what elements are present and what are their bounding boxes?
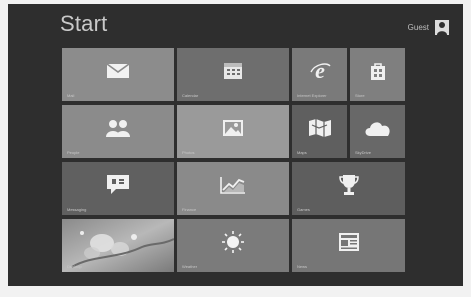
tile-photos[interactable]: Photos [177, 105, 289, 158]
tile-label-internet-explorer: Internet Explorer [297, 93, 327, 98]
tile-mail[interactable]: Mail [62, 48, 174, 101]
tile-weather[interactable]: Weather [177, 219, 289, 272]
tile-label-desktop: Desktop [67, 264, 82, 269]
tile-messaging[interactable]: Messaging [62, 162, 174, 215]
tile-label-calendar: Calendar [182, 93, 199, 98]
tile-store[interactable]: Store [350, 48, 405, 101]
page-title: Start [60, 11, 108, 36]
tile-skydrive[interactable]: SkyDrive [350, 105, 405, 158]
tile-label-finance: Finance [182, 207, 197, 212]
stock-chart-icon [220, 177, 245, 195]
tile-label-people: People [67, 150, 80, 155]
calendar-icon [224, 63, 242, 80]
chat-bubble-icon [107, 175, 129, 195]
tile-maps[interactable]: Maps [292, 105, 347, 158]
tile-finance[interactable]: Finance [177, 162, 289, 215]
internet-explorer-icon: e [309, 60, 331, 82]
cloud-icon [365, 122, 390, 137]
tile-label-store: Store [355, 93, 365, 98]
mail-icon [106, 63, 130, 79]
tile-label-news: News [297, 264, 308, 269]
tile-label-photos: Photos [182, 150, 195, 155]
tile-label-messaging: Messaging [67, 207, 87, 212]
photo-icon [223, 120, 243, 137]
user-name: Guest [407, 23, 429, 32]
user-account[interactable]: Guest [408, 20, 449, 35]
sun-icon [222, 231, 244, 254]
tile-people[interactable]: People [62, 105, 174, 158]
tile-desktop[interactable]: Desktop [62, 219, 174, 272]
tile-label-skydrive: SkyDrive [355, 150, 372, 155]
user-avatar-icon [435, 20, 449, 35]
map-icon [308, 119, 331, 138]
shopping-bag-icon [370, 63, 385, 81]
tile-games[interactable]: Games [292, 162, 405, 215]
newspaper-icon [338, 233, 359, 252]
tile-news[interactable]: News [292, 219, 405, 272]
people-icon [106, 120, 130, 138]
tile-calendar[interactable]: Calendar [177, 48, 289, 101]
trophy-icon [338, 175, 359, 196]
tile-label-weather: Weather [182, 264, 198, 269]
tile-internet-explorer[interactable]: e Internet Explorer [292, 48, 347, 101]
start-screen: Start Guest Mail Calendar e Internet Exp… [8, 4, 463, 286]
tile-label-maps: Maps [297, 150, 307, 155]
tile-label-mail: Mail [67, 93, 75, 98]
tile-label-games: Games [297, 207, 310, 212]
